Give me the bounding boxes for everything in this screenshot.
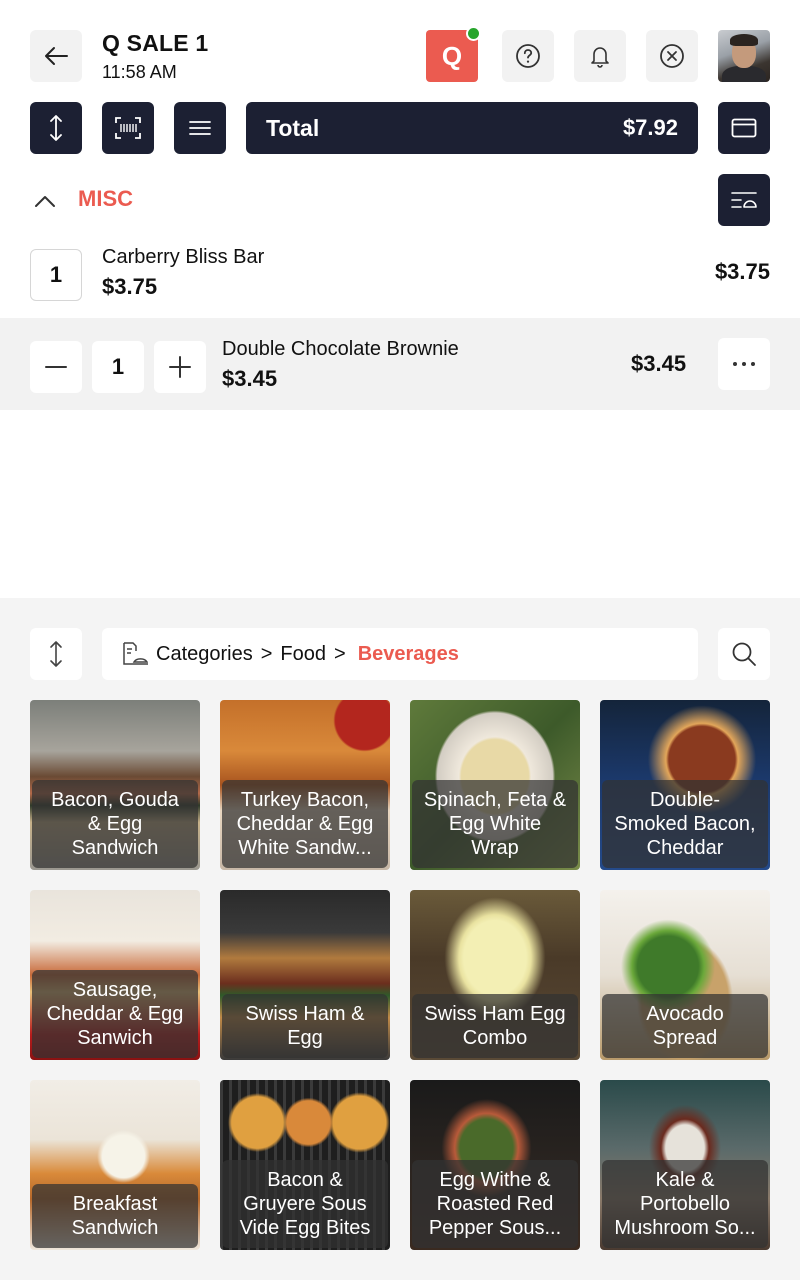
quantity-value[interactable]: 1 (92, 341, 144, 393)
plus-icon (169, 356, 191, 378)
product-tile[interactable]: Spinach, Feta & Egg White Wrap (410, 700, 580, 870)
item-line-total: $3.45 (631, 351, 687, 376)
section-options-button[interactable] (718, 174, 770, 226)
product-name: Breakfast Sandwich (32, 1184, 198, 1248)
barcode-icon (115, 117, 141, 139)
product-name: Swiss Ham & Egg (222, 994, 388, 1058)
search-button[interactable] (718, 628, 770, 680)
vertical-arrows-icon (50, 641, 62, 667)
resize-button[interactable] (30, 102, 82, 154)
cancel-sale-button[interactable] (646, 30, 698, 82)
breadcrumb-parent[interactable]: Food (280, 643, 326, 666)
item-more-button[interactable] (718, 338, 770, 390)
total-bar[interactable]: Total $7.92 (246, 102, 698, 154)
product-name: Sausage, Cheddar & Egg Sanwich (32, 970, 198, 1058)
menu-button[interactable] (174, 102, 226, 154)
help-button[interactable] (502, 30, 554, 82)
total-value: $7.92 (622, 115, 678, 140)
item-price: $3.75 (102, 274, 158, 299)
product-name: Bacon & Gruyere Sous Vide Egg Bites (222, 1160, 388, 1248)
breadcrumb-separator: > (260, 642, 273, 665)
item-name: Double Chocolate Brownie (222, 338, 459, 360)
product-tile[interactable]: Bacon, Gouda & Egg Sandwich (30, 700, 200, 870)
product-tile[interactable]: Avocado Spread (600, 890, 770, 1060)
help-icon (516, 44, 540, 68)
minus-icon (45, 366, 67, 368)
product-tile[interactable]: Breakfast Sandwich (30, 1080, 200, 1250)
hamburger-icon (189, 121, 211, 135)
list-settings-icon (731, 192, 757, 208)
sale-time: 11:58 AM (102, 62, 177, 82)
product-name: Spinach, Feta & Egg White Wrap (412, 780, 578, 868)
product-name: Egg Withe & Roasted Red Pepper Sous... (412, 1160, 578, 1248)
product-name: Avocado Spread (602, 994, 768, 1058)
item-quantity[interactable]: 1 (30, 249, 82, 301)
notifications-button[interactable] (574, 30, 626, 82)
product-name: Turkey Bacon, Cheddar & Egg White Sandw.… (222, 780, 388, 868)
total-label: Total (266, 114, 320, 141)
online-status-dot (466, 26, 481, 41)
product-tile[interactable]: Double- Smoked Bacon, Cheddar (600, 700, 770, 870)
decrease-quantity-button[interactable] (30, 341, 82, 393)
credit-card-icon (731, 118, 757, 138)
product-tile[interactable]: Swiss Ham Egg Combo (410, 890, 580, 1060)
collapse-section-button[interactable] (30, 186, 60, 216)
increase-quantity-button[interactable] (154, 341, 206, 393)
barcode-scan-button[interactable] (102, 102, 154, 154)
sale-title: Q SALE 1 (102, 30, 209, 56)
expand-panel-button[interactable] (30, 628, 82, 680)
breadcrumb-current: Beverages (357, 642, 459, 665)
product-name: Kale & Portobello Mushroom So... (602, 1160, 768, 1248)
search-icon (732, 642, 756, 666)
arrow-left-icon (45, 47, 68, 65)
breadcrumb-separator: > (334, 642, 346, 665)
product-tile[interactable]: Egg Withe & Roasted Red Pepper Sous... (410, 1080, 580, 1250)
more-horizontal-icon (733, 362, 755, 366)
categories-icon (123, 642, 148, 665)
chevron-up-icon (35, 196, 55, 207)
product-name: Bacon, Gouda & Egg Sandwich (32, 780, 198, 868)
product-tile[interactable]: Kale & Portobello Mushroom So... (600, 1080, 770, 1250)
avatar[interactable] (718, 30, 770, 82)
product-tile[interactable]: Bacon & Gruyere Sous Vide Egg Bites (220, 1080, 390, 1250)
breadcrumb: Categories > Food > Beverages (102, 628, 698, 680)
breadcrumb-root[interactable]: Categories (156, 643, 253, 666)
item-price: $3.45 (222, 366, 278, 391)
vertical-arrows-icon (50, 115, 62, 141)
product-name: Double- Smoked Bacon, Cheddar (602, 780, 768, 868)
product-tile[interactable]: Sausage, Cheddar & Egg Sanwich (30, 890, 200, 1060)
item-line-total: $3.75 (714, 259, 770, 284)
q-badge-label: Q (441, 40, 463, 71)
payment-button[interactable] (718, 102, 770, 154)
product-tile[interactable]: Turkey Bacon, Cheddar & Egg White Sandw.… (220, 700, 390, 870)
item-name: Carberry Bliss Bar (102, 246, 265, 268)
close-circle-icon (660, 44, 684, 68)
section-label: MISC (78, 186, 133, 211)
back-button[interactable] (30, 30, 82, 82)
product-name: Swiss Ham Egg Combo (412, 994, 578, 1058)
product-tile[interactable]: Swiss Ham & Egg (220, 890, 390, 1060)
bell-icon (591, 47, 609, 68)
